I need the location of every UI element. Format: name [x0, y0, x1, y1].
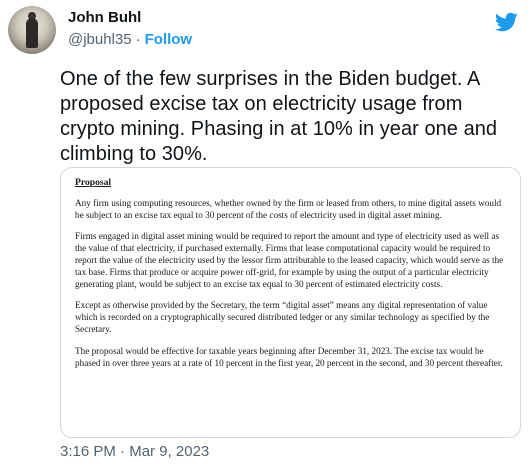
tweet-text: One of the few surprises in the Biden bu…	[60, 68, 498, 165]
document-paragraph: Except as otherwise provided by the Secr…	[75, 300, 490, 334]
tweet-media-image[interactable]: Proposal Any firm using computing resour…	[60, 167, 521, 438]
avatar-figure-shape	[26, 18, 38, 48]
document-paragraph: Any firm using computing resources, whet…	[75, 197, 502, 220]
author-handle-row: @jbuhl35 · Follow	[68, 31, 192, 48]
document-excerpt: Proposal Any firm using computing resour…	[75, 177, 507, 379]
tweet-card: John Buhl @jbuhl35 · Follow One of the few…	[0, 0, 530, 472]
author-name[interactable]: John Buhl	[68, 9, 141, 26]
document-paragraph: The proposal would be effective for taxa…	[75, 345, 503, 368]
twitter-bird-icon[interactable]	[494, 10, 518, 34]
tweet-date[interactable]: Mar 9, 2023	[129, 443, 209, 460]
follow-button[interactable]: Follow	[145, 31, 193, 48]
handle-separator: ·	[135, 31, 141, 48]
document-heading: Proposal	[75, 177, 112, 188]
author-handle[interactable]: @jbuhl35	[68, 31, 132, 48]
avatar[interactable]	[8, 6, 56, 54]
timestamp-separator: ·	[120, 443, 126, 460]
tweet-time[interactable]: 3:16 PM	[60, 443, 116, 460]
tweet-timestamp[interactable]: 3:16 PM · Mar 9, 2023	[60, 443, 209, 460]
document-paragraph: Firms engaged in digital asset mining wo…	[75, 231, 504, 289]
